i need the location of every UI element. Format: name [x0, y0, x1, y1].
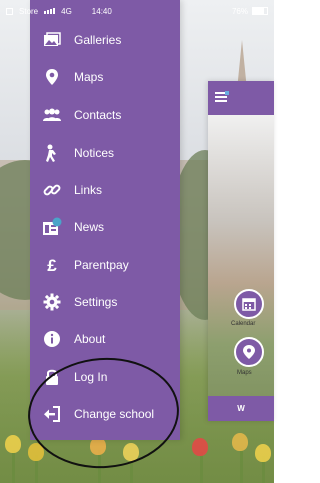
bottom-bar-label: W — [237, 404, 245, 413]
home-screen-preview[interactable]: Calendar Maps W — [208, 81, 274, 421]
menu-item-maps[interactable]: Maps — [40, 63, 180, 91]
time-label: 14:40 — [91, 6, 112, 16]
menu-item-links[interactable]: Links — [40, 176, 180, 204]
gallery-icon — [40, 30, 64, 50]
notices-icon — [40, 143, 64, 163]
news-icon — [40, 217, 64, 237]
menu-item-label: News — [74, 220, 105, 234]
menu-item-settings[interactable]: Settings — [40, 288, 180, 316]
calendar-icon[interactable] — [234, 289, 264, 319]
gear-icon — [40, 292, 64, 312]
menu-item-parentpay[interactable]: £ Parentpay — [40, 251, 180, 279]
menu-item-about[interactable]: About — [40, 325, 180, 353]
battery-percent: 76% — [231, 6, 248, 16]
menu-item-contacts[interactable]: Contacts — [40, 101, 180, 129]
menu-item-label: Contacts — [74, 108, 122, 122]
menu-item-galleries[interactable]: Galleries — [40, 26, 180, 54]
preview-header — [208, 81, 274, 115]
status-bar: Store 4G 14:40 76% — [0, 0, 274, 22]
map-pin-icon — [40, 67, 64, 87]
menu-item-label: Links — [74, 183, 103, 197]
hamburger-icon — [215, 91, 229, 102]
maps-icon[interactable] — [234, 337, 264, 367]
menu-item-label: Parentpay — [74, 258, 129, 272]
signal-icon — [44, 8, 56, 14]
battery-icon — [252, 7, 268, 15]
preview-bottom-bar: W — [208, 396, 274, 421]
back-to-store-icon — [6, 7, 13, 15]
link-icon — [40, 180, 64, 200]
calendar-label: Calendar — [231, 321, 256, 327]
menu-item-label: Notices — [74, 146, 115, 160]
network-label: 4G — [61, 6, 72, 16]
menu-item-label: Maps — [74, 70, 104, 84]
maps-label: Maps — [237, 370, 252, 376]
contacts-icon — [40, 105, 64, 125]
menu-item-news[interactable]: News — [40, 213, 180, 241]
menu-item-label: Galleries — [74, 33, 122, 47]
info-icon — [40, 329, 64, 349]
menu-item-label: Settings — [74, 295, 118, 309]
menu-item-label: About — [74, 332, 106, 346]
pound-icon: £ — [47, 255, 57, 275]
carrier-label: Store — [19, 6, 39, 16]
menu-item-notices[interactable]: Notices — [40, 139, 180, 167]
